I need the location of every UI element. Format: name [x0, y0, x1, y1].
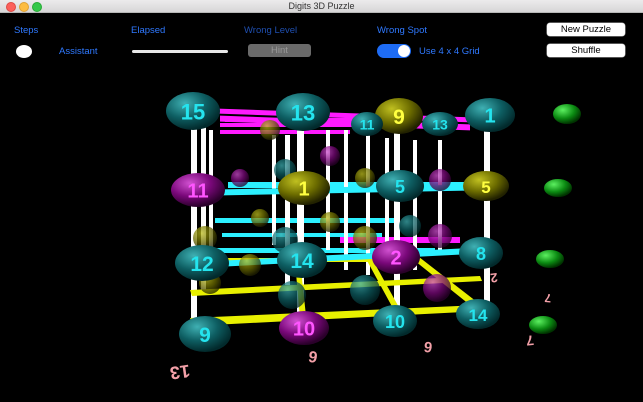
- toggle-knob: [398, 45, 410, 57]
- floating-digit: 6: [423, 338, 434, 356]
- ball-label: 9: [199, 324, 211, 347]
- puzzle-3d-scene[interactable]: 15 13 9 111 1311 1 5 512 14 2 89 10 10 14 1366 727: [0, 64, 643, 402]
- ball-label: 1: [484, 106, 495, 128]
- ball-label: 14: [469, 306, 488, 325]
- assistant-radio[interactable]: [16, 45, 32, 58]
- ball-label: 9: [393, 106, 405, 129]
- ball-label: 14: [290, 250, 314, 273]
- floating-digit: 2: [489, 270, 498, 286]
- ball-label: 10: [385, 312, 405, 332]
- use-grid-label: Use 4 x 4 Grid: [419, 46, 480, 57]
- elapsed-label: Elapsed: [131, 25, 166, 36]
- elapsed-slider[interactable]: [132, 50, 228, 53]
- ball-label: 5: [481, 178, 490, 197]
- floating-digit: 6: [307, 347, 319, 365]
- floating-digit: 7: [525, 332, 535, 349]
- use-grid-toggle[interactable]: [377, 44, 411, 58]
- ball-label: 11: [187, 181, 208, 203]
- hint-button[interactable]: Hint: [248, 44, 311, 57]
- ball-label: 15: [181, 100, 205, 125]
- ball-label: 2: [390, 248, 401, 270]
- steps-label: Steps: [14, 25, 39, 36]
- assistant-label: Assistant: [59, 46, 98, 57]
- shuffle-button[interactable]: Shuffle: [547, 44, 625, 57]
- window-title: Digits 3D Puzzle: [288, 1, 355, 11]
- ball-label: 11: [360, 116, 375, 132]
- window-titlebar: Digits 3D Puzzle: [0, 0, 643, 13]
- ball-label: 13: [432, 116, 448, 132]
- ball-label: 1: [298, 179, 309, 201]
- wrong-level-label: Wrong Level: [244, 25, 298, 36]
- ball-label: 10: [293, 319, 315, 341]
- wrong-spot-label: Wrong Spot: [377, 25, 427, 36]
- ball-label: 12: [190, 253, 213, 276]
- ball-label: 13: [291, 101, 315, 126]
- spare-balls[interactable]: [529, 104, 581, 334]
- floating-digit: 7: [544, 291, 552, 306]
- floating-digit: 13: [169, 361, 192, 384]
- ball-label: 5: [395, 177, 405, 197]
- new-puzzle-button[interactable]: New Puzzle: [547, 23, 625, 36]
- ball-label: 8: [476, 244, 486, 264]
